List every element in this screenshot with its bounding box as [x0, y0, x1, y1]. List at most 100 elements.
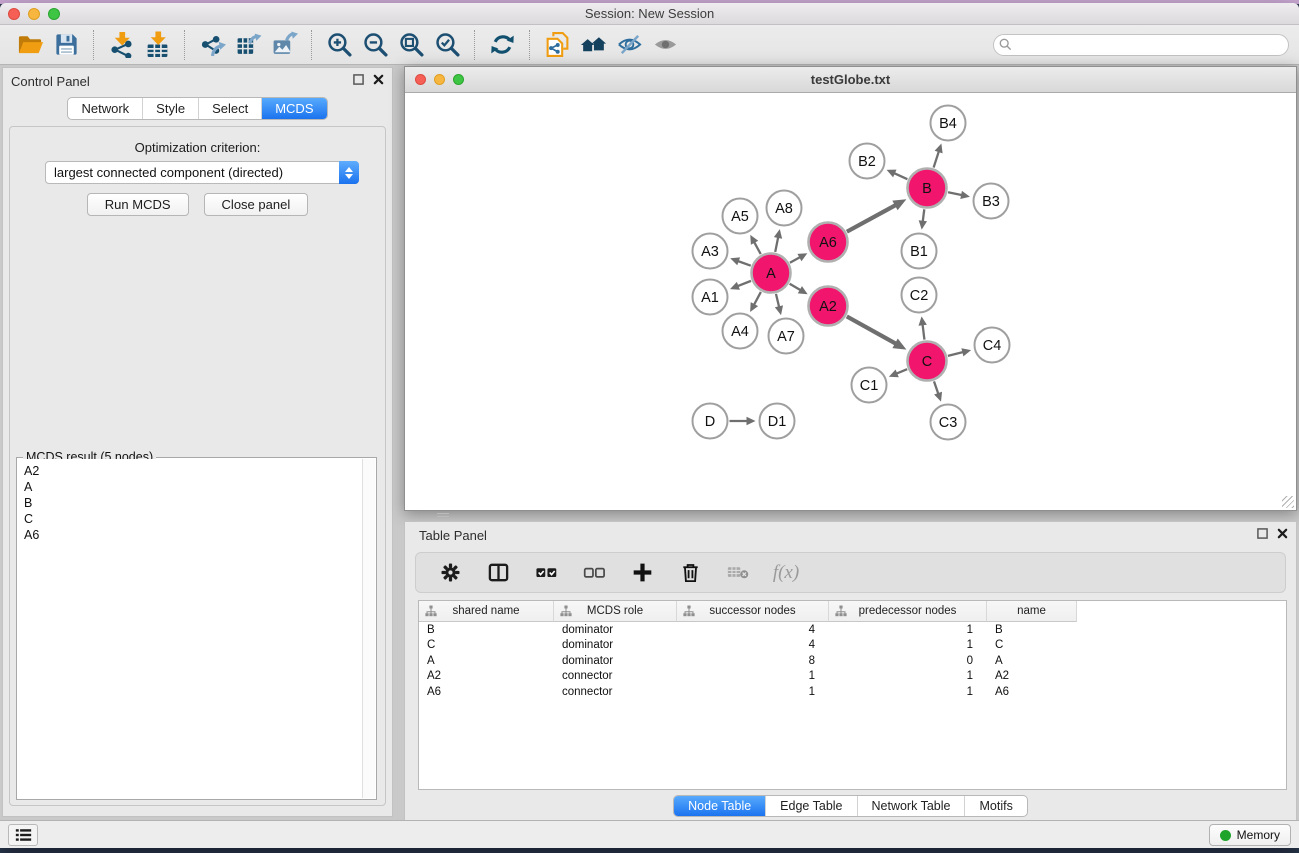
- graph-node-D[interactable]: D: [693, 404, 728, 439]
- close-table-panel-icon[interactable]: [1277, 528, 1288, 539]
- graph-node-C[interactable]: C: [908, 342, 947, 381]
- mcds-result-item[interactable]: A: [24, 479, 362, 495]
- table-tab-motifs[interactable]: Motifs: [964, 796, 1026, 816]
- mcds-result-list[interactable]: A2ABCA6: [18, 459, 362, 798]
- graph-edge-A-A1[interactable]: [737, 281, 751, 286]
- table-tab-network-table[interactable]: Network Table: [857, 796, 965, 816]
- deselect-all-button[interactable]: [580, 559, 608, 587]
- run-mcds-button[interactable]: Run MCDS: [87, 193, 189, 216]
- close-panel-button[interactable]: Close panel: [204, 193, 309, 216]
- graph-edge-A-A6[interactable]: [790, 257, 800, 263]
- tab-select[interactable]: Select: [198, 98, 261, 119]
- search-input[interactable]: [993, 34, 1289, 56]
- graph-edge-A-A5[interactable]: [754, 242, 761, 254]
- criterion-dropdown[interactable]: largest connected component (directed): [45, 161, 359, 184]
- graph-edge-A-A8[interactable]: [775, 237, 778, 252]
- table-tab-edge-table[interactable]: Edge Table: [765, 796, 856, 816]
- mcds-result-item[interactable]: A6: [24, 527, 362, 543]
- tab-style[interactable]: Style: [142, 98, 198, 119]
- graph-node-B2[interactable]: B2: [850, 144, 885, 179]
- graph-node-C4[interactable]: C4: [975, 328, 1010, 363]
- table-row[interactable]: A2connector11A2: [419, 669, 1286, 685]
- column-header-MCDS-role[interactable]: MCDS role: [554, 601, 677, 622]
- graph-node-B3[interactable]: B3: [974, 184, 1009, 219]
- frame-resize-handle[interactable]: [437, 513, 449, 517]
- delete-column-button[interactable]: [676, 559, 704, 587]
- graph-edge-A-A4[interactable]: [754, 292, 761, 305]
- select-all-button[interactable]: [532, 559, 560, 587]
- table-row[interactable]: A6connector11A6: [419, 684, 1286, 700]
- graph-edge-B-B3[interactable]: [948, 192, 962, 195]
- graph-edge-A6-B[interactable]: [847, 205, 896, 232]
- table-row[interactable]: Adominator80A: [419, 653, 1286, 669]
- mcds-result-item[interactable]: C: [24, 511, 362, 527]
- zoom-in-button[interactable]: [321, 28, 357, 62]
- column-header-name[interactable]: name: [987, 601, 1077, 622]
- column-header-shared-name[interactable]: shared name: [419, 601, 554, 622]
- first-neighbors-button[interactable]: [575, 28, 611, 62]
- graph-node-A1[interactable]: A1: [693, 280, 728, 315]
- network-canvas[interactable]: AA1A2A3A4A5A6A7A8BB1B2B3B4CC1C2C3C4DD1: [405, 93, 1296, 510]
- table-row[interactable]: Bdominator41B: [419, 622, 1286, 638]
- graph-node-A8[interactable]: A8: [767, 191, 802, 226]
- graph-node-A6[interactable]: A6: [809, 223, 848, 262]
- refresh-layout-button[interactable]: [484, 28, 520, 62]
- graph-edge-B-B1[interactable]: [923, 209, 925, 221]
- graph-node-B1[interactable]: B1: [902, 234, 937, 269]
- task-history-button[interactable]: [8, 824, 38, 846]
- save-session-button[interactable]: [48, 28, 84, 62]
- graph-node-A3[interactable]: A3: [693, 234, 728, 269]
- tab-mcds[interactable]: MCDS: [261, 98, 326, 119]
- zoom-out-button[interactable]: [357, 28, 393, 62]
- float-table-panel-icon[interactable]: [1257, 528, 1268, 539]
- hide-selected-button[interactable]: [611, 28, 647, 62]
- graph-node-C3[interactable]: C3: [931, 405, 966, 440]
- column-header-successor-nodes[interactable]: successor nodes: [677, 601, 829, 622]
- graph-edge-A-A2[interactable]: [790, 284, 801, 290]
- graph-edge-A-A7[interactable]: [776, 294, 779, 307]
- show-all-button[interactable]: [647, 28, 683, 62]
- zoom-selected-button[interactable]: [429, 28, 465, 62]
- open-session-button[interactable]: [12, 28, 48, 62]
- graph-node-B4[interactable]: B4: [931, 106, 966, 141]
- graph-node-A[interactable]: A: [752, 254, 791, 293]
- graph-node-D1[interactable]: D1: [760, 404, 795, 439]
- graph-node-A2[interactable]: A2: [809, 287, 848, 326]
- graph-edge-C-C1[interactable]: [896, 369, 907, 374]
- graph-node-A4[interactable]: A4: [723, 314, 758, 349]
- show-columns-button[interactable]: [484, 559, 512, 587]
- zoom-fit-button[interactable]: [393, 28, 429, 62]
- delete-table-button[interactable]: [724, 559, 752, 587]
- export-table-button[interactable]: [230, 28, 266, 62]
- graph-node-C2[interactable]: C2: [902, 278, 937, 313]
- graph-edge-C-C3[interactable]: [934, 381, 938, 394]
- table-tab-node-table[interactable]: Node Table: [674, 796, 765, 816]
- mcds-result-item[interactable]: A2: [24, 463, 362, 479]
- graph-node-C1[interactable]: C1: [852, 368, 887, 403]
- memory-button[interactable]: Memory: [1209, 824, 1291, 846]
- import-network-button[interactable]: [103, 28, 139, 62]
- graph-edge-A2-C[interactable]: [847, 316, 896, 343]
- network-window-titlebar[interactable]: testGlobe.txt: [405, 67, 1296, 93]
- mcds-result-scrollbar[interactable]: [362, 459, 375, 798]
- graph-node-B[interactable]: B: [908, 169, 947, 208]
- tab-network[interactable]: Network: [68, 98, 142, 119]
- table-row[interactable]: Cdominator41C: [419, 638, 1286, 654]
- graph-node-A5[interactable]: A5: [723, 199, 758, 234]
- graph-edge-B-B2[interactable]: [894, 173, 907, 179]
- export-network-button[interactable]: [194, 28, 230, 62]
- resize-grip-icon[interactable]: [1282, 496, 1294, 508]
- graph-edge-B-B4[interactable]: [934, 151, 939, 167]
- float-panel-icon[interactable]: [353, 74, 364, 85]
- window-titlebar[interactable]: Session: New Session: [0, 3, 1299, 25]
- graph-edge-A-A3[interactable]: [738, 261, 751, 266]
- add-column-button[interactable]: [628, 559, 656, 587]
- graph-edge-C-C2[interactable]: [923, 324, 925, 339]
- close-panel-icon[interactable]: [373, 74, 384, 85]
- import-table-button[interactable]: [139, 28, 175, 62]
- column-header-predecessor-nodes[interactable]: predecessor nodes: [829, 601, 987, 622]
- clone-network-button[interactable]: [539, 28, 575, 62]
- function-builder-button[interactable]: f(x): [772, 559, 800, 587]
- graph-edge-C-C4[interactable]: [948, 352, 963, 356]
- table-mode-gear-button[interactable]: [436, 559, 464, 587]
